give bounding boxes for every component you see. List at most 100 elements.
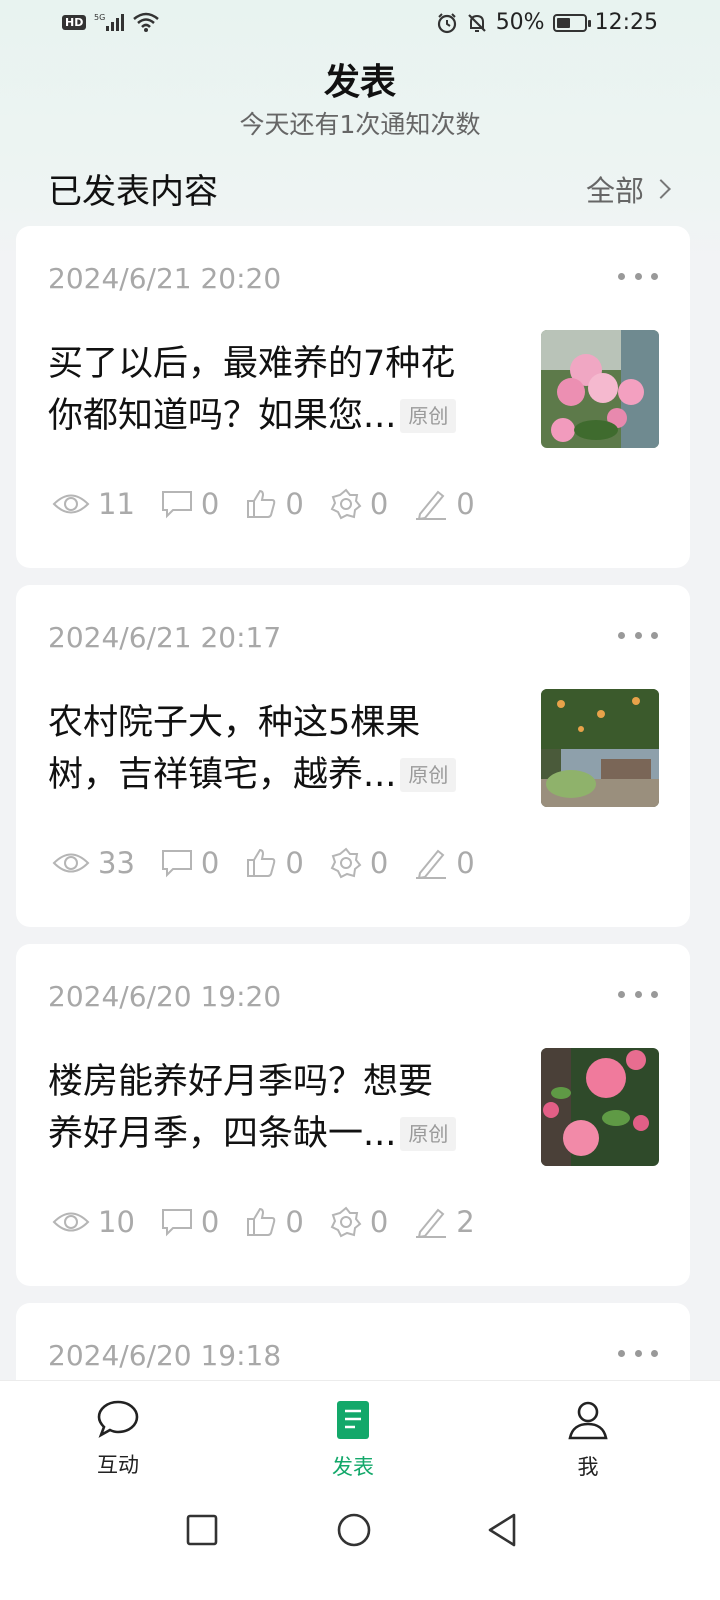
battery-icon [552, 13, 591, 32]
post-title-line: 楼房能养好月季吗？想要 [48, 1062, 434, 1102]
svg-text:5G: 5G [94, 13, 105, 22]
post-title[interactable]: 买了以后，最难养的7种花 你都知道吗？如果您... 原创 [48, 338, 503, 442]
more-options-icon[interactable] [618, 986, 658, 1002]
post-card[interactable]: 2024/6/21 20:17 农村院子大，种这5棵果 树，吉祥镇宅，越养...… [16, 585, 690, 927]
post-thumbnail[interactable] [541, 330, 659, 448]
tab-publish[interactable]: 发表 [293, 1399, 413, 1481]
post-card[interactable]: 2024/6/21 20:20 买了以后，最难养的7种花 你都知道吗？如果您..… [16, 226, 690, 568]
comments-stat: 0 [161, 846, 219, 880]
battery-fill [556, 17, 570, 28]
alarm-icon [436, 12, 458, 34]
tab-label: 我 [577, 1455, 599, 1479]
thumbs-up-icon [247, 1207, 276, 1236]
likes-stat: 0 [245, 487, 304, 521]
comment-icon [161, 1209, 192, 1237]
thumbs-up-icon [247, 489, 276, 518]
clock: 12:25 [594, 10, 658, 35]
pencil-icon [416, 490, 447, 520]
post-title[interactable]: 农村院子大，种这5棵果 树，吉祥镇宅，越养... 原创 [48, 697, 503, 801]
eye-icon [52, 494, 90, 514]
pencil-icon [416, 849, 447, 879]
post-card[interactable]: 2024/6/20 19:20 楼房能养好月季吗？想要 养好月季，四条缺一...… [16, 944, 690, 1286]
comment-icon [161, 850, 192, 878]
post-date: 2024/6/21 20:17 [48, 621, 282, 654]
status-right: 50% 12:25 [436, 10, 658, 35]
views-count: 33 [98, 846, 135, 880]
likes-count: 0 [285, 846, 304, 880]
tab-label: 互动 [97, 1453, 139, 1477]
post-thumbnail[interactable] [541, 1048, 659, 1166]
post-title-text: 树，吉祥镇宅，越养... [48, 755, 397, 795]
post-title-line: 树，吉祥镇宅，越养... 原创 [48, 749, 503, 801]
mute-icon [466, 12, 488, 34]
more-options-icon[interactable] [618, 268, 658, 284]
post-stats: 11 0 0 0 0 [52, 484, 501, 524]
shares-stat: 0 [330, 846, 388, 880]
more-options-icon[interactable] [618, 627, 658, 643]
views-stat: 11 [52, 487, 135, 521]
chevron-right-icon [651, 179, 671, 199]
views-count: 10 [98, 1205, 135, 1239]
post-date: 2024/6/21 20:20 [48, 262, 282, 295]
post-title-line: 买了以后，最难养的7种花 [48, 344, 456, 384]
tab-me[interactable]: 我 [528, 1399, 648, 1481]
post-thumbnail[interactable] [541, 689, 659, 807]
tab-interaction[interactable]: 互动 [58, 1399, 178, 1479]
chat-bubble-icon [97, 1400, 139, 1438]
view-all-label: 全部 [585, 174, 644, 208]
back-icon[interactable] [486, 1512, 518, 1548]
section-title: 已发表内容 [48, 172, 218, 212]
page-header: 发表 今天还有1次通知次数 [0, 58, 720, 142]
comments-count: 0 [200, 487, 220, 521]
shares-count: 0 [369, 846, 389, 880]
comments-count: 0 [200, 1205, 220, 1239]
hd-icon: HD [62, 14, 87, 30]
original-badge: 原创 [400, 758, 457, 792]
status-left: HD 5G [62, 12, 160, 32]
view-all-link[interactable]: 全部 [585, 168, 671, 210]
shares-count: 0 [369, 487, 389, 521]
edits-stat: 0 [414, 487, 475, 521]
system-navigation-bar [0, 1500, 720, 1600]
badge-icon [330, 847, 362, 879]
edits-count: 0 [456, 487, 475, 521]
bottom-tab-bar: 互动 发表 我 [0, 1380, 720, 1500]
likes-stat: 0 [245, 846, 304, 880]
post-date: 2024/6/20 19:20 [48, 980, 282, 1013]
post-title[interactable]: 楼房能养好月季吗？想要 养好月季，四条缺一... 原创 [48, 1056, 503, 1160]
post-title-line: 你都知道吗？如果您... 原创 [48, 390, 503, 442]
signal-icon: 5G [94, 12, 125, 32]
status-bar: HD 5G 50% 12:25 [0, 0, 720, 50]
more-options-icon[interactable] [618, 1345, 658, 1361]
post-stats: 33 0 0 0 0 [52, 843, 501, 883]
notification-count-text: 今天还有1次通知次数 [239, 110, 481, 139]
post-title-text: 养好月季，四条缺一... [48, 1114, 397, 1154]
likes-stat: 0 [245, 1205, 304, 1239]
page-title: 发表 [323, 62, 396, 103]
comments-stat: 0 [161, 1205, 219, 1239]
views-stat: 10 [52, 1205, 135, 1239]
thumbs-up-icon [247, 848, 276, 877]
edits-count: 2 [456, 1205, 475, 1239]
post-title-line: 农村院子大，种这5棵果 [48, 703, 421, 743]
post-stats: 10 0 0 0 2 [52, 1202, 501, 1242]
comments-count: 0 [200, 846, 220, 880]
likes-count: 0 [285, 1205, 304, 1239]
tab-label: 发表 [332, 1455, 374, 1479]
post-date: 2024/6/20 19:18 [48, 1339, 282, 1372]
wifi-icon [132, 12, 160, 32]
person-icon [568, 1401, 608, 1440]
eye-icon [52, 1212, 90, 1232]
shares-count: 0 [369, 1205, 389, 1239]
likes-count: 0 [285, 487, 304, 521]
home-icon[interactable] [336, 1512, 372, 1548]
edits-stat: 0 [414, 846, 475, 880]
post-title-line: 养好月季，四条缺一... 原创 [48, 1108, 503, 1160]
shares-stat: 0 [330, 487, 388, 521]
original-badge: 原创 [400, 399, 457, 433]
post-title-text: 你都知道吗？如果您... [48, 396, 397, 436]
edits-count: 0 [456, 846, 475, 880]
eye-icon [52, 853, 90, 873]
comments-stat: 0 [161, 487, 219, 521]
recent-apps-icon[interactable] [186, 1514, 218, 1546]
